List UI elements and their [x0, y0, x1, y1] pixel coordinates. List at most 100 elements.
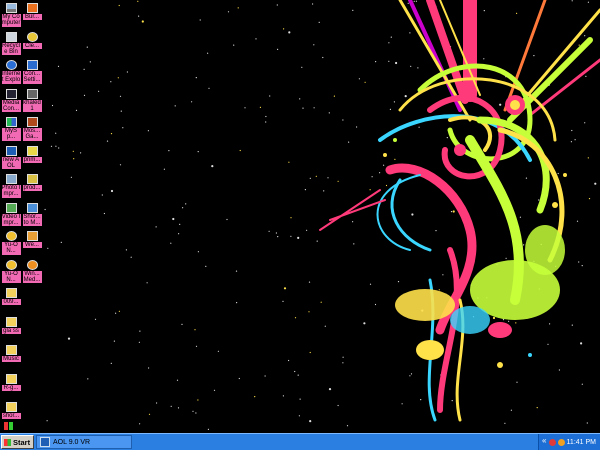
star [197, 251, 199, 253]
recycle-bin-icon [5, 31, 17, 42]
star [125, 249, 127, 251]
star [110, 133, 113, 135]
star [122, 127, 124, 129]
desktop-shortcut-label: Con... Setti... [22, 71, 42, 84]
star [265, 115, 267, 118]
star [156, 402, 158, 404]
star [117, 77, 119, 79]
desktop-shortcut-label: Media Con... [1, 99, 21, 113]
star [195, 345, 198, 347]
star [118, 310, 120, 312]
star [290, 217, 292, 219]
star [177, 407, 180, 409]
star [46, 420, 48, 422]
star [178, 233, 180, 235]
desktop-shortcut[interactable]: Yu-ON... [1, 230, 21, 260]
star [110, 81, 112, 83]
desktop-shortcut[interactable]: We... [22, 230, 42, 260]
star [155, 226, 157, 228]
desktop-shortcut[interactable]: Con... Setti... [22, 59, 42, 89]
star [176, 379, 179, 381]
cleaner-icon [26, 31, 38, 42]
desktop-shortcut-label: Internet Explorer [1, 71, 21, 84]
desktop-shortcut[interactable]: prod... [22, 173, 42, 203]
star [130, 256, 132, 258]
desktop-shortcut-label: prim... [22, 156, 42, 163]
star [288, 31, 291, 34]
connection-settings-icon [26, 60, 38, 70]
desktop-shortcut[interactable]: prim... [22, 145, 42, 175]
tray-volume-icon[interactable] [557, 438, 565, 446]
desktop-shortcut[interactable]: Internet Explorer [1, 59, 21, 89]
star [217, 350, 219, 352]
star [264, 375, 266, 377]
desktop-shortcut[interactable]: Photo Impr... [1, 173, 21, 203]
star [139, 330, 141, 332]
desktop-shortcut[interactable]: Win... Med... [22, 259, 42, 289]
desktop-shortcut[interactable]: Recycle Bin [1, 31, 21, 61]
desktop-shortcut[interactable]: MySp... [1, 116, 21, 146]
star [255, 38, 257, 40]
game-icon [26, 117, 38, 127]
desktop-shortcut-label: 009... [1, 299, 21, 306]
tray-clock[interactable]: 11:41 PM [567, 439, 596, 446]
desktop-shortcut[interactable]: My Computer [1, 2, 21, 32]
star [148, 413, 151, 415]
desktop-shortcut-label: Video Impr... [1, 213, 21, 227]
desktop-shortcut[interactable]: Video Impr... [1, 202, 21, 232]
desktop-shortcut-label: Cle... [22, 42, 42, 49]
windows-logo-icon [4, 438, 11, 446]
start-button[interactable]: Start [1, 435, 34, 449]
folder-icon [5, 373, 17, 384]
star [194, 329, 196, 331]
star [269, 95, 271, 97]
star [275, 232, 277, 234]
star [199, 19, 201, 21]
user-icon [26, 88, 38, 99]
star [110, 362, 112, 364]
star [288, 359, 290, 362]
star [86, 46, 88, 48]
desktop-shortcut[interactable]: R-g... [1, 373, 21, 403]
star [181, 323, 183, 325]
desktop-shortcut[interactable]: Media Con... [1, 88, 21, 118]
desktop-shortcut-label: We... [22, 242, 42, 249]
desktop-shortcut[interactable]: Cle... [22, 31, 42, 61]
star [87, 378, 89, 380]
desktop-shortcut-label: Mos... Ga... [22, 128, 42, 141]
tray-network-icon[interactable] [548, 438, 556, 446]
star [282, 300, 284, 302]
desktop-shortcut-label: new AOL [1, 156, 21, 170]
star [51, 104, 54, 107]
web-icon [26, 231, 38, 241]
wallpaper-art [319, 0, 600, 422]
desktop-shortcut[interactable]: new AOL [1, 145, 21, 175]
video-impression-icon [5, 202, 17, 213]
desktop-shortcut[interactable]: Yu-ON... [1, 259, 21, 289]
star [50, 145, 53, 147]
desktop-shortcut-label: Yu-ON... [1, 242, 21, 255]
desktop-shortcut-label: MySp... [1, 128, 21, 141]
star [163, 168, 165, 170]
star [83, 94, 86, 96]
desktop-shortcut[interactable]: Mos... Ga... [22, 116, 42, 146]
show-hidden-icons-chevron[interactable]: « [542, 436, 546, 445]
taskbar-button-aol[interactable]: AOL 9.0 VR [36, 435, 132, 449]
star [197, 151, 199, 153]
star [294, 370, 296, 373]
desktop-shortcut[interactable]: gla ss [1, 316, 21, 346]
star [89, 61, 91, 63]
desktop-shortcut-label: Recycle Bin [1, 42, 21, 56]
star [283, 287, 287, 290]
star [265, 121, 267, 123]
windows-media-icon [26, 259, 38, 270]
desktop-shortcut[interactable]: 009... [1, 287, 21, 317]
desktop-shortcut[interactable]: khaled1 [22, 88, 42, 118]
star [185, 203, 187, 205]
desktop-shortcut[interactable]: Music [1, 344, 21, 374]
star [138, 15, 140, 17]
desktop-shortcut[interactable]: Bur... [22, 2, 42, 32]
star [268, 230, 270, 232]
tray-indicator-blocks [4, 422, 13, 432]
desktop-shortcut[interactable]: Shor... to M... [22, 202, 42, 232]
